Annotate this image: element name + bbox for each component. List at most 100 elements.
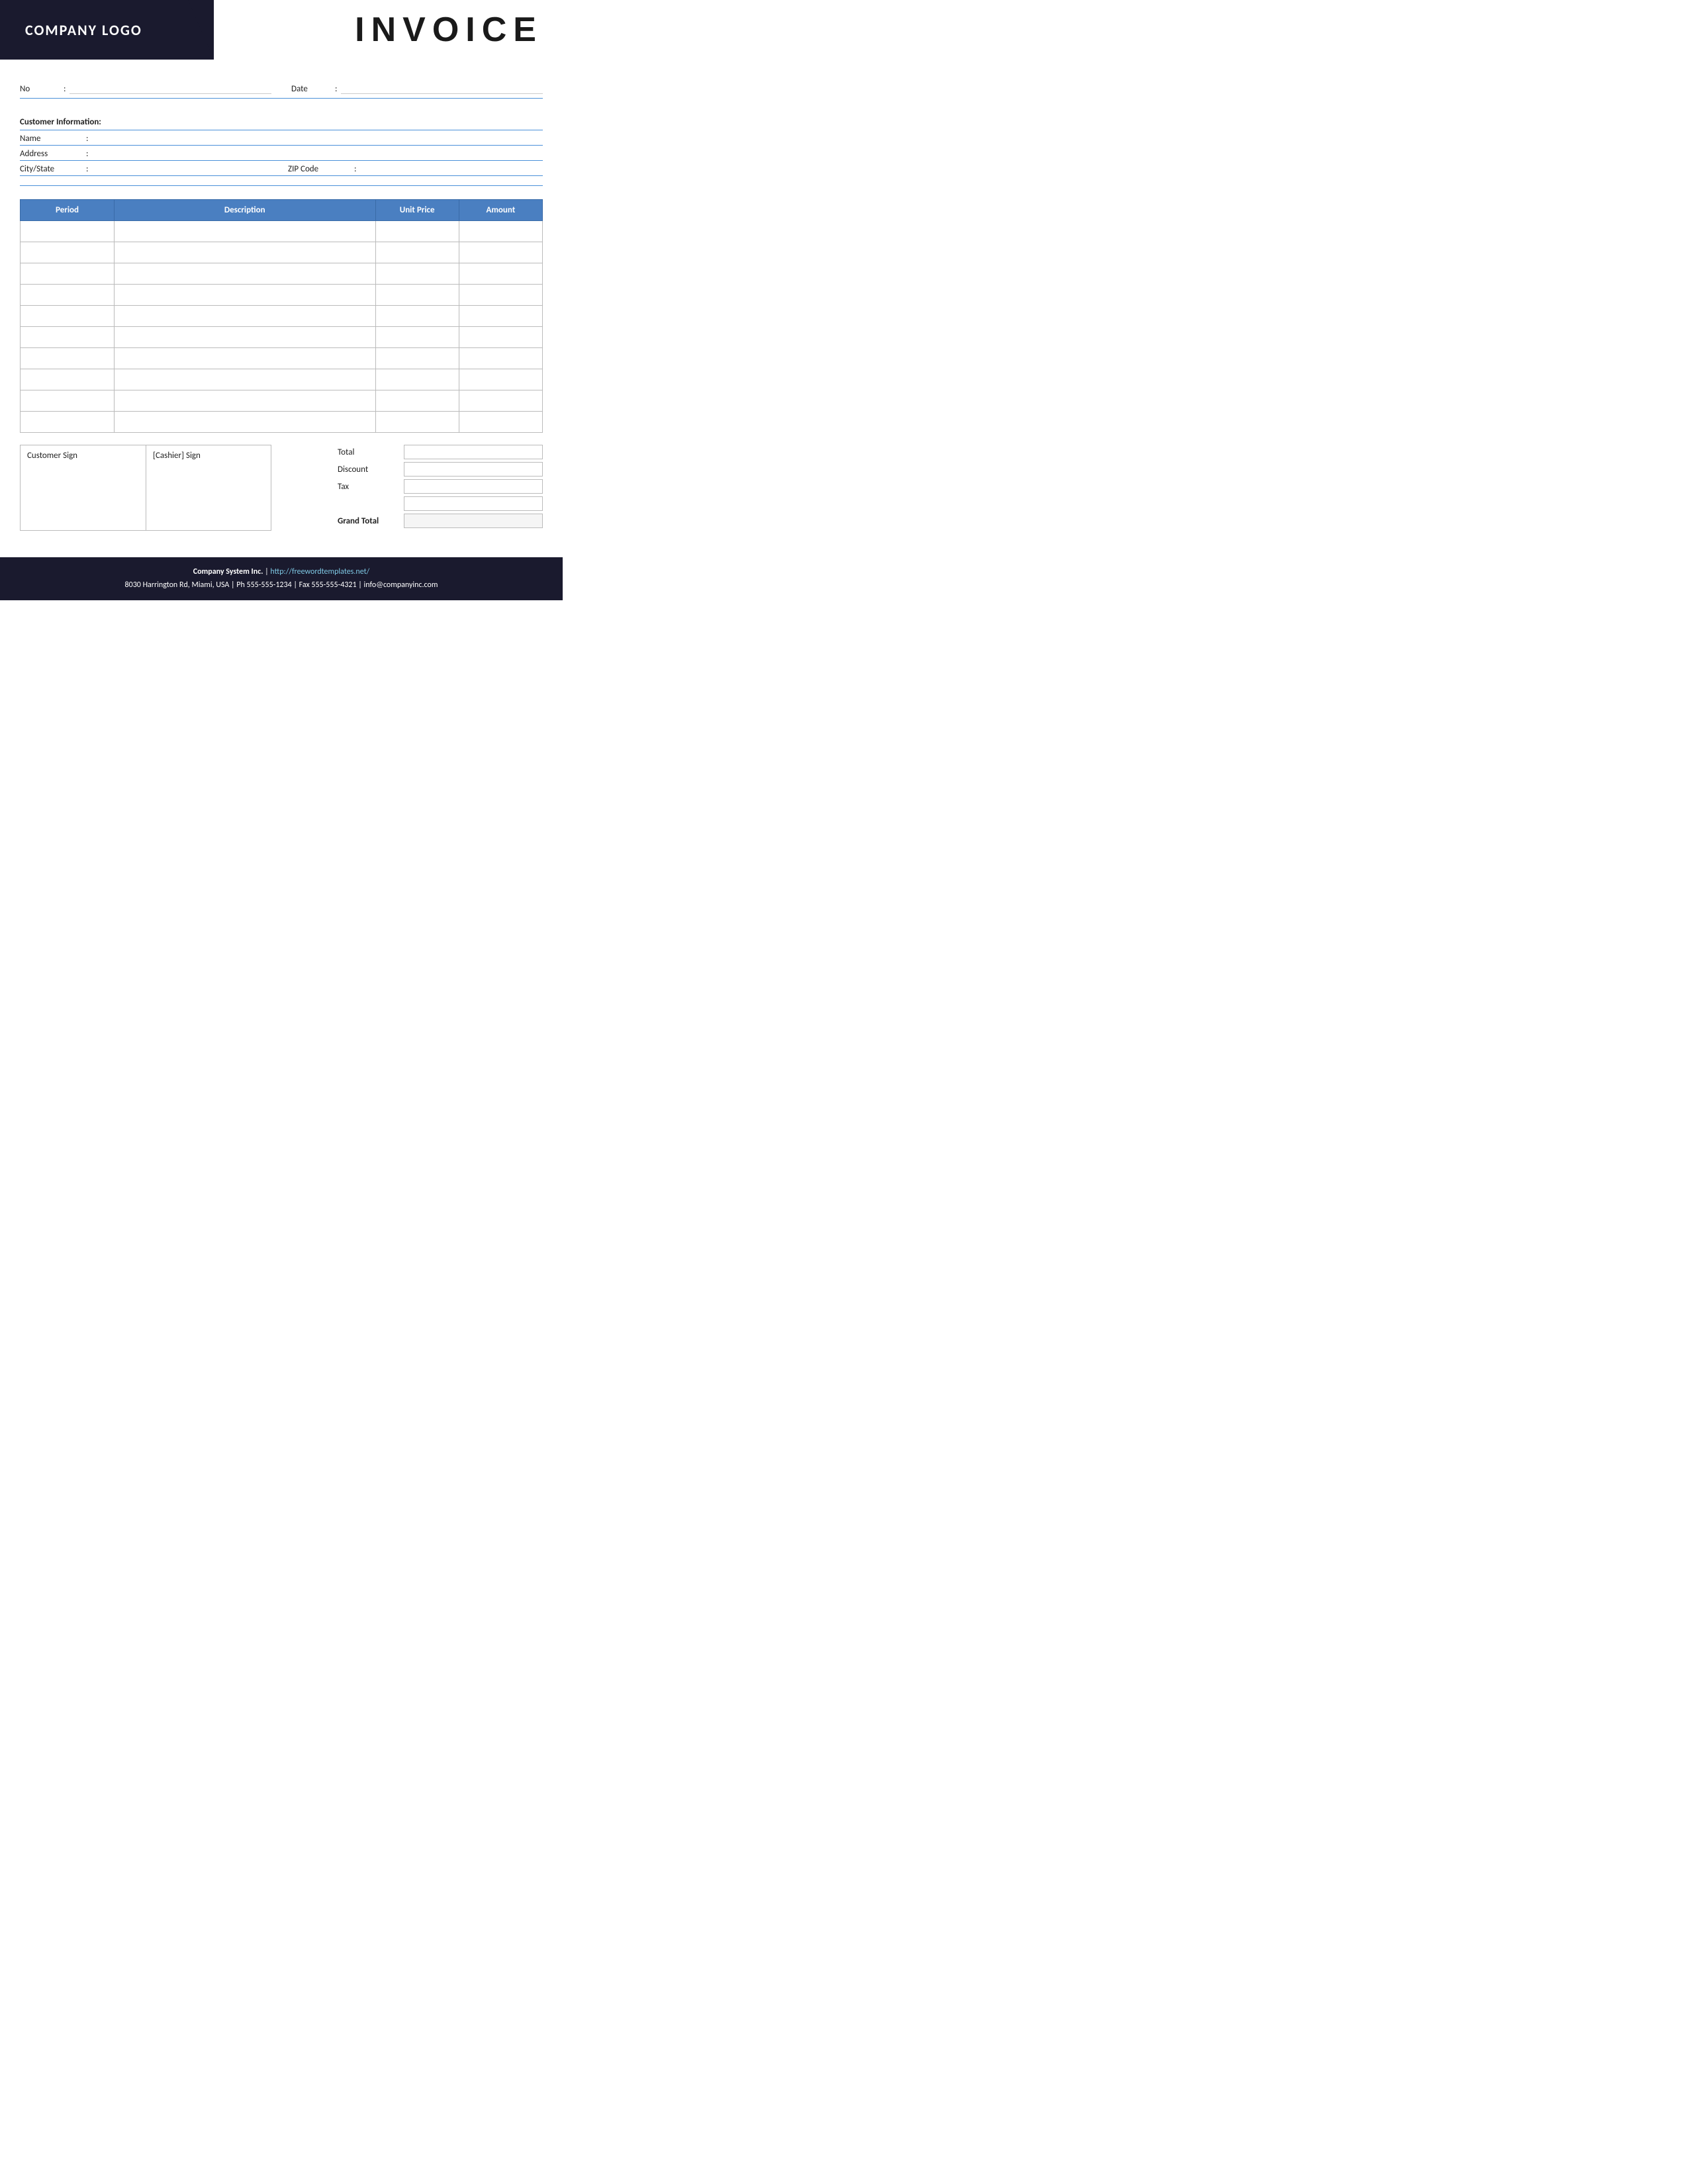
- table-row: [21, 306, 543, 327]
- th-amount: Amount: [459, 200, 542, 221]
- total-row: Total: [331, 445, 543, 459]
- city-value: [93, 163, 275, 174]
- grand-total-row: Grand Total: [331, 514, 543, 528]
- cell-price-9: [375, 412, 459, 433]
- cell-price-3: [375, 285, 459, 306]
- grand-total-label: Grand Total: [331, 516, 404, 526]
- logo-area: COMPANY LOGO: [0, 0, 214, 60]
- cell-amount-2: [459, 263, 542, 285]
- table-row: [21, 263, 543, 285]
- cell-desc-3: [115, 285, 376, 306]
- discount-label: Discount: [331, 465, 404, 475]
- cell-period-7: [21, 369, 115, 390]
- cell-price-6: [375, 348, 459, 369]
- address-colon: :: [86, 149, 88, 159]
- cell-price-1: [375, 242, 459, 263]
- invoice-table: Period Description Unit Price Amount: [20, 199, 543, 433]
- cell-amount-6: [459, 348, 542, 369]
- cell-period-5: [21, 327, 115, 348]
- table-header: Period Description Unit Price Amount: [21, 200, 543, 221]
- zip-value: [361, 163, 543, 174]
- city-colon: :: [86, 164, 88, 174]
- page-body: No : Date : Customer Information: Name :…: [0, 60, 563, 537]
- tax-label: Tax: [331, 482, 404, 492]
- cell-desc-9: [115, 412, 376, 433]
- cell-price-5: [375, 327, 459, 348]
- th-description: Description: [115, 200, 376, 221]
- bottom-section: Customer Sign [Cashier] Sign Total Disco…: [20, 445, 543, 531]
- name-label: Name: [20, 134, 86, 144]
- table-row: [21, 327, 543, 348]
- zip-half: ZIP Code :: [275, 163, 543, 174]
- footer-url[interactable]: http://freewordtemplates.net/: [270, 567, 369, 576]
- cell-period-9: [21, 412, 115, 433]
- cell-price-4: [375, 306, 459, 327]
- cell-desc-4: [115, 306, 376, 327]
- table-row: [21, 390, 543, 412]
- table-row: [21, 221, 543, 242]
- cell-period-3: [21, 285, 115, 306]
- date-field: Date :: [271, 82, 543, 94]
- cell-period-0: [21, 221, 115, 242]
- table-row: [21, 285, 543, 306]
- cell-price-8: [375, 390, 459, 412]
- page-header: COMPANY LOGO INVOICE: [0, 0, 563, 60]
- cashier-sign-box: [Cashier] Sign: [146, 445, 271, 531]
- sign-boxes: Customer Sign [Cashier] Sign: [20, 445, 331, 531]
- th-unit-price: Unit Price: [375, 200, 459, 221]
- totals-section: Total Discount Tax Grand Total: [331, 445, 543, 531]
- invoice-title: INVOICE: [355, 10, 543, 50]
- cell-desc-8: [115, 390, 376, 412]
- grand-total-value: [404, 514, 543, 528]
- cell-amount-7: [459, 369, 542, 390]
- zip-colon: :: [354, 164, 356, 174]
- cell-period-1: [21, 242, 115, 263]
- total-label: Total: [331, 447, 404, 457]
- cell-amount-3: [459, 285, 542, 306]
- cell-price-2: [375, 263, 459, 285]
- no-field: No :: [20, 82, 271, 94]
- city-label: City/State: [20, 164, 86, 174]
- footer-line2: 8030 Harrington Rd, Miami, USA | Ph 555-…: [13, 578, 549, 592]
- cell-desc-0: [115, 221, 376, 242]
- name-colon: :: [86, 134, 88, 144]
- address-row: Address :: [20, 146, 543, 161]
- table-row: [21, 412, 543, 433]
- table-row: [21, 348, 543, 369]
- logo-text: COMPANY LOGO: [19, 21, 142, 39]
- cell-desc-2: [115, 263, 376, 285]
- meta-row: No : Date :: [20, 82, 543, 99]
- discount-row: Discount: [331, 462, 543, 477]
- date-value: [341, 82, 543, 94]
- page-footer: Company System Inc. | http://freewordtem…: [0, 557, 563, 600]
- city-zip-row: City/State : ZIP Code :: [20, 161, 543, 176]
- cell-amount-1: [459, 242, 542, 263]
- name-row: Name :: [20, 130, 543, 146]
- cell-desc-6: [115, 348, 376, 369]
- table-row: [21, 369, 543, 390]
- cell-price-0: [375, 221, 459, 242]
- tax-row: Tax: [331, 479, 543, 494]
- date-label: Date: [291, 84, 331, 94]
- cell-amount-0: [459, 221, 542, 242]
- city-half: City/State :: [20, 163, 275, 174]
- address-value: [93, 148, 543, 159]
- cell-amount-8: [459, 390, 542, 412]
- table-body: [21, 221, 543, 433]
- invoice-table-wrap: Period Description Unit Price Amount: [20, 199, 543, 433]
- extra-row: [331, 496, 543, 511]
- th-period: Period: [21, 200, 115, 221]
- cell-price-7: [375, 369, 459, 390]
- cell-amount-5: [459, 327, 542, 348]
- cell-desc-7: [115, 369, 376, 390]
- cell-desc-5: [115, 327, 376, 348]
- zip-label: ZIP Code: [288, 164, 354, 174]
- cell-period-2: [21, 263, 115, 285]
- cell-desc-1: [115, 242, 376, 263]
- extra-value: [404, 496, 543, 511]
- tax-value: [404, 479, 543, 494]
- table-row: [21, 242, 543, 263]
- footer-company: Company System Inc.: [193, 567, 263, 576]
- cell-period-8: [21, 390, 115, 412]
- no-label: No: [20, 84, 60, 94]
